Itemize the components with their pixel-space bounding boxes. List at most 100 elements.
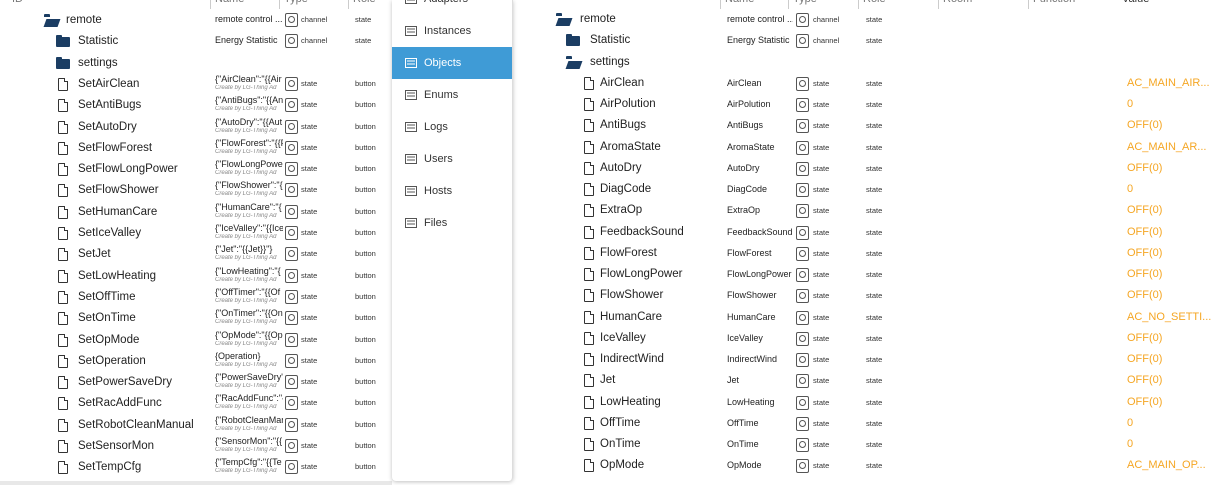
object-value[interactable]: OFF(0) (1127, 204, 1162, 216)
object-role: button (355, 249, 376, 259)
object-value[interactable]: AC_MAIN_AIR... (1127, 77, 1210, 89)
file-icon (584, 353, 594, 366)
table-row[interactable]: SetOffTime {"OffTimer":"{{Of Create by LG-… (0, 287, 392, 308)
object-value[interactable]: OFF(0) (1127, 353, 1162, 365)
state-type-icon (796, 204, 809, 219)
table-row[interactable]: HumanCare HumanCare state state AC_NO_SETTI.… (518, 306, 1213, 327)
menu-item-label: Logs (424, 121, 448, 133)
menu-item-logs[interactable]: Logs (392, 111, 512, 143)
table-row[interactable]: Jet Jet state state OFF(0) (518, 369, 1213, 390)
table-row[interactable]: settings (518, 51, 1213, 72)
object-value[interactable]: 0 (1127, 438, 1133, 450)
menu-item-enums[interactable]: Enums (392, 79, 512, 111)
table-row[interactable]: OnTime OnTime state state 0 (518, 433, 1213, 454)
table-row[interactable]: SetPowerSaveDry {"PowerSaveDry" Create by … (0, 372, 392, 393)
table-row[interactable]: remote remote control ... channel state (0, 10, 392, 31)
table-row[interactable]: FlowShower FlowShower state state OFF(0) (518, 284, 1213, 305)
table-row[interactable]: SetOpMode {"OpMode":"{{Op Create by LG-Thi… (0, 330, 392, 351)
state-type-icon (285, 375, 298, 390)
object-value[interactable]: OFF(0) (1127, 374, 1162, 386)
table-row[interactable]: SetRacAddFunc {"RacAddFunc":"{Create by L… (0, 393, 392, 414)
object-description: Create by LG-Thing Ad (215, 148, 277, 155)
left-horizontal-scrollbar[interactable] (0, 481, 392, 485)
object-description: Create by LG-Thing Ad (215, 383, 277, 390)
table-row[interactable]: SetJet {"Jet":"{{Jet}}"} Create by LG-Thin… (0, 244, 392, 265)
object-name: {Operation} (215, 350, 261, 361)
table-row[interactable]: SetOnTime {"OnTimer":"{{On Create by LG-Th… (0, 308, 392, 329)
table-row[interactable]: settings (0, 53, 392, 74)
object-name: {"TempCfg":"{{Te (215, 457, 282, 468)
object-value[interactable]: OFF(0) (1127, 332, 1162, 344)
object-role: button (355, 270, 376, 280)
object-value[interactable]: AC_NO_SETTI... (1127, 311, 1211, 323)
table-row[interactable]: SetAirClean {"AirClean":"{{Air Create by L… (0, 74, 392, 95)
table-row[interactable]: AromaState AromaState state state AC_MAIN_AR… (518, 136, 1213, 157)
file-icon (58, 99, 68, 113)
folder-icon[interactable] (56, 56, 70, 69)
table-row[interactable]: AirClean AirClean state state AC_MAIN_AIR... (518, 72, 1213, 93)
object-value[interactable]: OFF(0) (1127, 162, 1162, 174)
table-row[interactable]: SetFlowForest {"FlowForest":"{{F Create by… (0, 138, 392, 159)
table-row[interactable]: SetLowHeating {"LowHeating":"{Create by L… (0, 266, 392, 287)
table-row[interactable]: SetFlowShower {"FlowShower":"{Create by L… (0, 180, 392, 201)
left-header-type[interactable]: Type (279, 0, 308, 9)
table-row[interactable]: SetTempCfg {"TempCfg":"{{Te Create by LG-T… (0, 457, 392, 478)
table-row[interactable]: OffTime OffTime state state 0 (518, 412, 1213, 433)
object-value[interactable]: 0 (1127, 183, 1133, 195)
menu-item-files[interactable]: Files (392, 207, 512, 239)
table-row[interactable]: SetSensorMon {"SensorMon":"{{Create by LG… (0, 436, 392, 457)
menu-item-users[interactable]: Users (392, 143, 512, 175)
object-type: state (813, 461, 830, 471)
table-row[interactable]: AirPolution AirPolution state state 0 (518, 93, 1213, 114)
table-row[interactable]: SetRobotCleanManual {"RobotCleanMar Create… (0, 415, 392, 436)
table-row[interactable]: FlowLongPower FlowLongPower state state OFF(… (518, 263, 1213, 284)
table-row[interactable]: AntiBugs AntiBugs state state OFF(0) (518, 114, 1213, 135)
left-header-role[interactable]: Role (348, 0, 376, 9)
object-value[interactable]: OFF(0) (1127, 268, 1162, 280)
table-row[interactable]: ExtraOp ExtraOp state state OFF(0) (518, 199, 1213, 220)
table-row[interactable]: SetHumanCare {"HumanCare":"{Create by LG-… (0, 202, 392, 223)
table-row[interactable]: FeedbackSound FeedbackSound state state OFF(… (518, 221, 1213, 242)
table-row[interactable]: SetAntiBugs {"AntiBugs":"{{An Create by LG… (0, 95, 392, 116)
table-row[interactable]: SetIceValley {"IceValley":"{{Ice Create by… (0, 223, 392, 244)
object-value[interactable]: OFF(0) (1127, 226, 1162, 238)
object-description: Create by LG-Thing Ad (215, 468, 277, 475)
state-type-icon (285, 289, 298, 304)
menu-item-hosts[interactable]: Hosts (392, 175, 512, 207)
menu-item-instances[interactable]: Instances (392, 15, 512, 47)
table-row[interactable]: remote remote control ... channel state (518, 8, 1213, 29)
object-value[interactable]: OFF(0) (1127, 289, 1162, 301)
table-row[interactable]: SetOperation {Operation} Create by LG-Thin… (0, 351, 392, 372)
folder-open-icon[interactable] (566, 55, 580, 68)
table-row[interactable]: SetAutoDry {"AutoDry":"{{Aut Create by LG-… (0, 117, 392, 138)
table-row[interactable]: LowHeating LowHeating state state OFF(0) (518, 391, 1213, 412)
table-row[interactable]: Statistic Energy Statistic channel state (518, 29, 1213, 50)
object-value[interactable]: OFF(0) (1127, 247, 1162, 259)
object-value[interactable]: OFF(0) (1127, 396, 1162, 408)
table-row[interactable]: Statistic Energy Statistic channel state (0, 31, 392, 52)
file-icon (58, 440, 68, 453)
folder-icon[interactable] (566, 34, 580, 47)
table-row[interactable]: SetFlowLongPower {"FlowLongPower Create by… (0, 159, 392, 180)
left-header-id[interactable]: ID (8, 0, 23, 9)
table-row[interactable]: AutoDry AutoDry state state OFF(0) (518, 157, 1213, 178)
folder-icon[interactable] (56, 35, 70, 48)
left-header-name[interactable]: Name (210, 0, 244, 9)
table-row[interactable]: OpMode OpMode state state AC_MAIN_OP... (518, 454, 1213, 475)
object-value[interactable]: OFF(0) (1127, 119, 1162, 131)
folder-open-icon[interactable] (44, 14, 58, 26)
menu-item-objects[interactable]: Objects (392, 47, 512, 79)
object-value[interactable]: 0 (1127, 98, 1133, 110)
table-row[interactable]: FlowForest FlowForest state state OFF(0) (518, 242, 1213, 263)
menu-item-adapters[interactable]: Adapters (392, 0, 512, 15)
object-value[interactable]: AC_MAIN_OP... (1127, 459, 1206, 471)
table-row[interactable]: IceValley IceValley state state OFF(0) (518, 327, 1213, 348)
object-role: state (866, 227, 883, 237)
object-id: settings (590, 55, 630, 68)
object-value[interactable]: AC_MAIN_AR... (1127, 141, 1206, 153)
folder-open-icon[interactable] (556, 13, 570, 25)
table-row[interactable]: DiagCode DiagCode state state 0 (518, 178, 1213, 199)
object-value[interactable]: 0 (1127, 417, 1133, 429)
table-row[interactable]: IndirectWind IndirectWind state state OFF(0) (518, 348, 1213, 369)
state-type-icon (796, 183, 809, 197)
